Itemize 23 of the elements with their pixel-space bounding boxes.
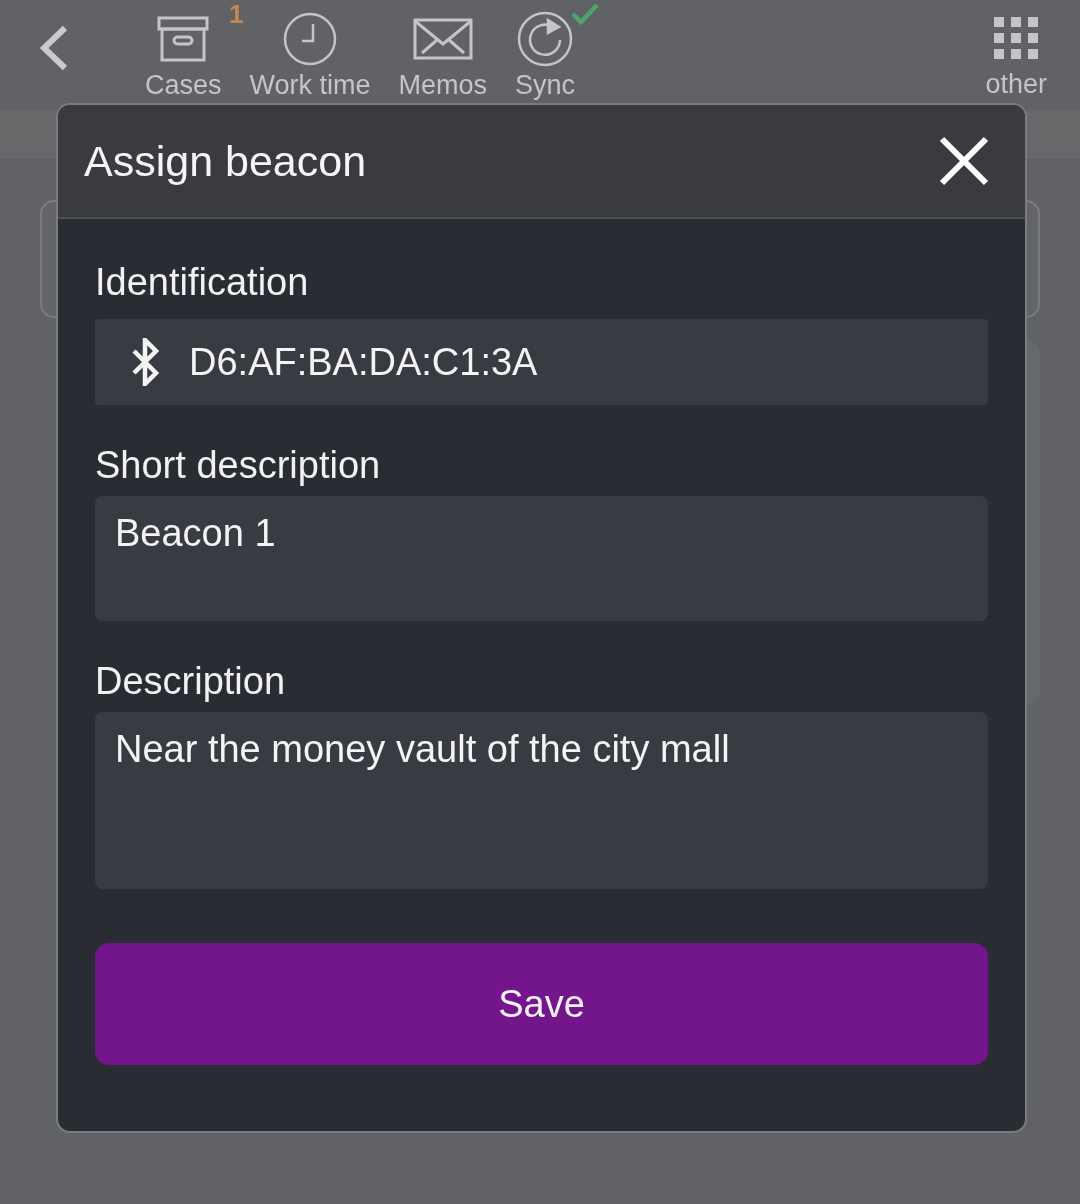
text-area[interactable]: Near the money vault of the city mall — [95, 712, 988, 889]
save-button[interactable]: Save — [95, 943, 988, 1065]
toolbar-button[interactable]: Memos — [398, 0, 488, 101]
chevron-left-icon — [38, 25, 68, 71]
toolbar-button[interactable]: Work time — [249, 0, 371, 101]
field-label: Description — [95, 659, 287, 704]
toolbar-button[interactable]: Cases — [145, 0, 222, 101]
more-button[interactable]: other — [985, 0, 1047, 100]
archive-box-icon — [157, 16, 210, 62]
dialog-title: Assign beacon — [84, 135, 367, 187]
toolbar-button[interactable]: Sync — [515, 0, 576, 101]
field-label: Identification — [95, 260, 310, 305]
envelope-icon — [412, 18, 473, 60]
grid-icon — [994, 17, 1039, 59]
field-label: Short description — [95, 443, 382, 488]
close-icon — [939, 136, 989, 186]
bluetooth-icon — [131, 338, 161, 386]
count-label: 1 — [229, 0, 244, 28]
clock-icon — [283, 12, 338, 66]
text-field[interactable]: Beacon 1 — [95, 496, 988, 621]
identifier-field[interactable]: D6:AF:BA:DA:C1:3A — [95, 319, 988, 405]
refresh-icon — [517, 11, 574, 67]
close-button[interactable] — [937, 134, 991, 188]
